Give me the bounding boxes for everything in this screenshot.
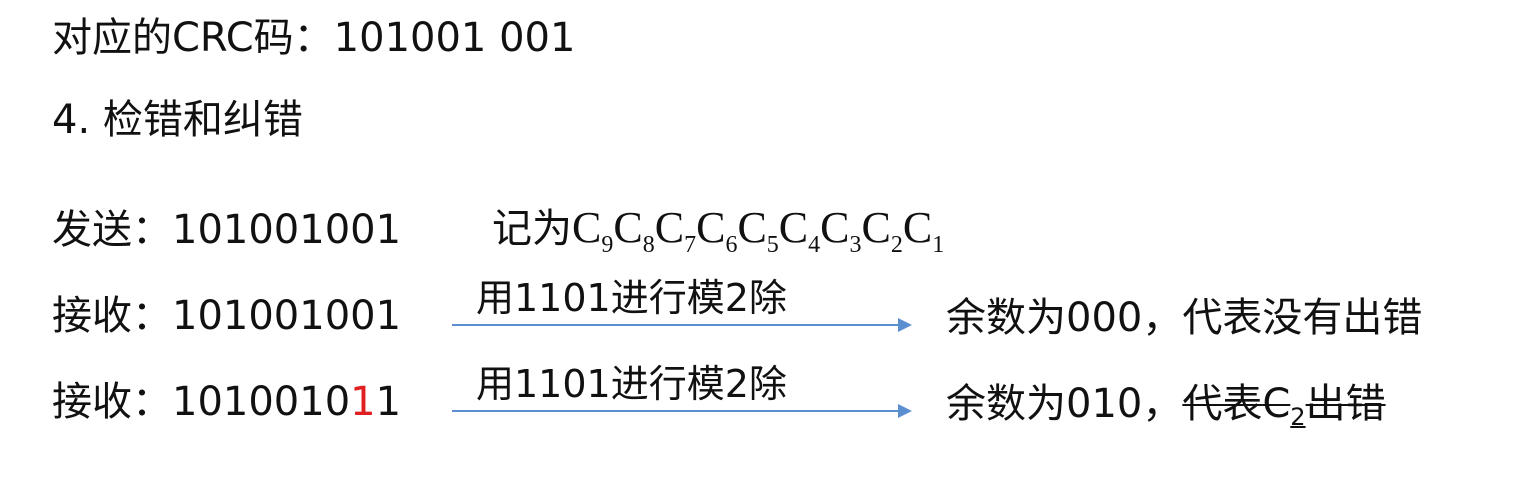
receive-err-value-before: 1010010 (172, 379, 351, 425)
send-label: 发送： (52, 207, 172, 253)
crc-line: 对应的CRC码：101001 001 (52, 14, 575, 62)
receive-ok-label: 接收： (52, 293, 172, 339)
struck-conclusion: 代表C2出错 (1182, 381, 1386, 431)
receive-err-value-after: 1 (375, 379, 402, 425)
slide-page: 对应的CRC码：101001 001 4. 检错和纠错 发送：101001001… (0, 0, 1526, 479)
crc-value: 101001 001 (333, 15, 576, 61)
notation-prefix: 记为 (492, 206, 572, 252)
receive-ok-result: 余数为000，代表没有出错 (946, 295, 1423, 341)
receive-ok-arrow-label: 用1101进行模2除 (476, 276, 787, 320)
receive-ok-line: 接收：101001001 (52, 292, 401, 340)
receive-err-result-prefix: 余数为010， (946, 381, 1183, 427)
receive-err-label: 接收： (52, 379, 172, 425)
receive-err-result: 余数为010，代表C2出错 (946, 380, 1386, 431)
receive-err-arrow-label: 用1101进行模2除 (476, 362, 787, 406)
crc-label: 对应的CRC码： (52, 15, 334, 61)
receive-ok-value: 101001001 (172, 293, 402, 339)
notation-terms: C9C8C7C6C5C4C3C2C1 (572, 203, 945, 258)
receive-err-line: 接收：101001011 (52, 378, 401, 426)
send-line: 发送：101001001 (52, 206, 401, 254)
flipped-bit: 1 (350, 379, 376, 425)
receive-ok-arrow-icon (452, 318, 912, 332)
receive-err-arrow-icon (452, 404, 912, 418)
section-heading: 4. 检错和纠错 (52, 97, 303, 143)
send-notation: 记为C9C8C7C6C5C4C3C2C1 (492, 203, 945, 258)
send-value: 101001001 (172, 207, 402, 253)
